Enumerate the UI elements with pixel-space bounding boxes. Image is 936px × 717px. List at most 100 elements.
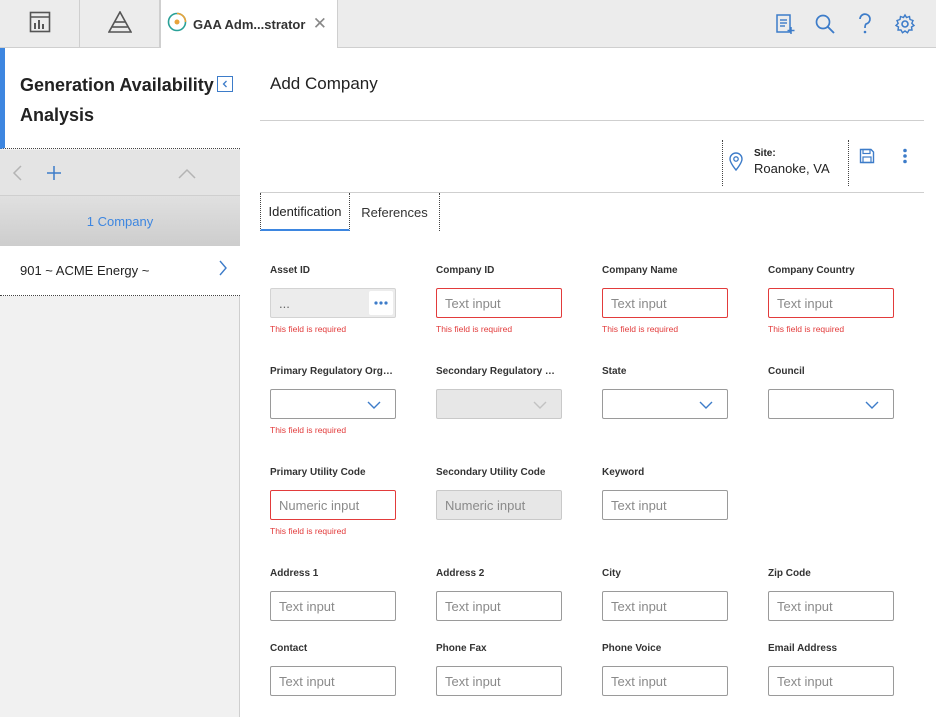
field-label: Company ID: [436, 265, 495, 276]
site-value: Roanoke, VA: [754, 161, 830, 176]
address1-input[interactable]: Text input: [270, 591, 396, 621]
sidebar-title: Generation Availability Analysis: [20, 75, 214, 125]
field-label: Asset ID: [270, 265, 311, 276]
company-id-field: Company ID Text input This field is requ…: [436, 265, 562, 334]
site-label: Site:: [754, 148, 776, 159]
email-address-field: Email Address Text input: [768, 643, 894, 696]
error-message: This field is required: [602, 324, 679, 334]
search-icon[interactable]: [813, 12, 837, 36]
input-placeholder: Text input: [777, 295, 833, 311]
input-placeholder: Text input: [611, 598, 667, 614]
secondary-utility-code-input: Numeric input: [436, 490, 562, 520]
field-label: Secondary Regulatory Org...: [436, 366, 562, 377]
error-message: This field is required: [768, 324, 845, 334]
dashboard-icon: [29, 11, 51, 38]
list-item[interactable]: 901 ~ ACME Energy ~: [0, 246, 240, 296]
location-pin-icon: [729, 152, 743, 177]
email-address-input[interactable]: Text input: [768, 666, 894, 696]
hierarchy-button[interactable]: [80, 0, 160, 48]
sidebar: Generation Availability Analysis 1 Compa…: [0, 48, 240, 717]
gear-icon[interactable]: [893, 12, 917, 36]
contact-field: Contact Text input: [270, 643, 396, 696]
error-message: This field is required: [270, 526, 347, 536]
dashboard-button[interactable]: [0, 0, 80, 48]
input-placeholder: Text input: [445, 598, 501, 614]
company-name-input[interactable]: Text input: [602, 288, 728, 318]
input-placeholder: Text input: [777, 598, 833, 614]
chevron-down-icon: [367, 398, 381, 413]
keyword-input[interactable]: Text input: [602, 490, 728, 520]
input-placeholder: Text input: [445, 673, 501, 689]
asset-id-field: Asset ID ... This field is required: [270, 265, 396, 334]
input-placeholder: Text input: [279, 673, 335, 689]
primary-reg-org-field: Primary Regulatory Organ... This field i…: [270, 366, 396, 435]
primary-reg-org-select[interactable]: [270, 389, 396, 419]
tab-references[interactable]: References: [350, 193, 440, 231]
field-label: Primary Regulatory Organ...: [270, 366, 396, 377]
list-item-label: 901 ~ ACME Energy ~: [20, 263, 150, 278]
sidebar-header: Generation Availability Analysis: [0, 48, 240, 149]
save-icon[interactable]: [859, 148, 875, 169]
tab-gaa-administrator[interactable]: GAA Adm...strator ✕: [160, 0, 338, 49]
sidebar-count[interactable]: 1 Company: [0, 196, 240, 246]
field-label: Phone Fax: [436, 643, 487, 654]
pyramid-icon: [107, 9, 132, 38]
address2-input[interactable]: Text input: [436, 591, 562, 621]
field-label: Keyword: [602, 467, 645, 478]
chevron-down-icon: [699, 398, 713, 413]
back-icon[interactable]: [11, 165, 25, 186]
state-field: State: [602, 366, 728, 419]
help-icon[interactable]: [853, 12, 877, 36]
company-country-field: Company Country Text input This field is…: [768, 265, 894, 334]
page-title: Add Company: [270, 74, 378, 93]
field-label: City: [602, 568, 621, 579]
state-select[interactable]: [602, 389, 728, 419]
collapse-left-icon[interactable]: [217, 76, 233, 92]
contact-input[interactable]: Text input: [270, 666, 396, 696]
company-country-input[interactable]: Text input: [768, 288, 894, 318]
field-label: Company Name: [602, 265, 678, 276]
city-input[interactable]: Text input: [602, 591, 728, 621]
field-label: Company Country: [768, 265, 855, 276]
main-panel: Add Company Site: Roanoke, VA Identifica…: [240, 48, 936, 717]
field-label: State: [602, 366, 627, 377]
asset-id-input[interactable]: ...: [270, 288, 396, 318]
chevron-right-icon: [218, 260, 228, 279]
field-label: Email Address: [768, 643, 838, 654]
ellipsis-icon[interactable]: [369, 291, 393, 315]
council-select[interactable]: [768, 389, 894, 419]
phone-voice-input[interactable]: Text input: [602, 666, 728, 696]
input-placeholder: Text input: [777, 673, 833, 689]
city-field: City Text input: [602, 568, 728, 621]
phone-voice-field: Phone Voice Text input: [602, 643, 728, 696]
address1-field: Address 1 Text input: [270, 568, 396, 621]
chevron-down-icon: [533, 398, 547, 413]
phone-fax-field: Phone Fax Text input: [436, 643, 562, 696]
tab-identification[interactable]: Identification: [260, 193, 350, 231]
phone-fax-input[interactable]: Text input: [436, 666, 562, 696]
field-label: Primary Utility Code: [270, 467, 366, 478]
error-message: This field is required: [270, 425, 347, 435]
more-vertical-icon[interactable]: [900, 148, 910, 169]
chevron-down-icon: [865, 398, 879, 413]
keyword-field: Keyword Text input: [602, 467, 728, 520]
input-placeholder: Numeric input: [445, 497, 526, 513]
company-name-field: Company Name Text input This field is re…: [602, 265, 728, 334]
error-message: This field is required: [436, 324, 513, 334]
primary-utility-code-input[interactable]: Numeric input: [270, 490, 396, 520]
divider: [260, 120, 924, 121]
gaa-app-icon: [167, 12, 187, 37]
site-selector[interactable]: Site: Roanoke, VA: [722, 140, 849, 186]
new-record-icon[interactable]: [773, 12, 797, 36]
company-id-input[interactable]: Text input: [436, 288, 562, 318]
chevron-up-icon[interactable]: [178, 167, 196, 185]
zip-code-input[interactable]: Text input: [768, 591, 894, 621]
input-placeholder: Text input: [611, 295, 667, 311]
primary-utility-code-field: Primary Utility Code Numeric input This …: [270, 467, 396, 536]
field-label: Phone Voice: [602, 643, 662, 654]
secondary-utility-code-field: Secondary Utility Code Numeric input: [436, 467, 562, 520]
plus-icon[interactable]: [46, 165, 62, 186]
close-icon[interactable]: ✕: [313, 15, 327, 33]
input-placeholder: Text input: [279, 598, 335, 614]
field-label: Contact: [270, 643, 308, 654]
